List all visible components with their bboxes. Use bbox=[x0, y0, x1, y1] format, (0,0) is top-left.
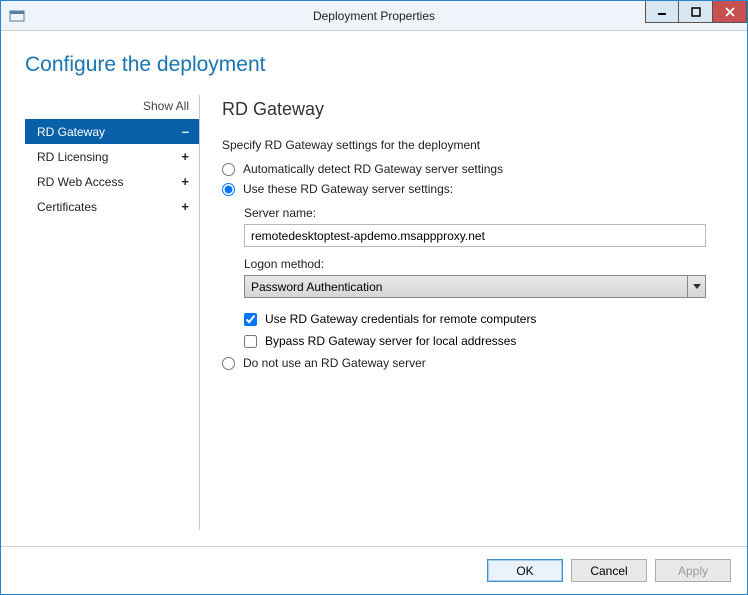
show-all-link[interactable]: Show All bbox=[25, 95, 199, 119]
panel-description: Specify RD Gateway settings for the depl… bbox=[222, 138, 723, 152]
gateway-settings-group: Server name: Logon method: Password Auth… bbox=[244, 206, 723, 348]
expand-icon: + bbox=[181, 174, 189, 189]
app-icon bbox=[9, 8, 25, 24]
radio-use-settings-input[interactable] bbox=[222, 183, 235, 196]
logon-method-value: Password Authentication bbox=[251, 280, 382, 294]
panel-heading: RD Gateway bbox=[222, 99, 723, 120]
expand-icon: + bbox=[181, 149, 189, 164]
apply-button[interactable]: Apply bbox=[655, 559, 731, 582]
radio-auto-detect-input[interactable] bbox=[222, 163, 235, 176]
server-name-input[interactable] bbox=[244, 224, 706, 247]
window-controls bbox=[645, 1, 747, 23]
check-bypass-local-input[interactable] bbox=[244, 335, 257, 348]
check-use-credentials[interactable]: Use RD Gateway credentials for remote co… bbox=[244, 312, 723, 326]
minimize-button[interactable] bbox=[645, 1, 679, 23]
sidebar-item-label: Certificates bbox=[37, 200, 97, 214]
check-bypass-local[interactable]: Bypass RD Gateway server for local addre… bbox=[244, 334, 723, 348]
radio-do-not-use[interactable]: Do not use an RD Gateway server bbox=[222, 356, 723, 370]
sidebar-item-rd-licensing[interactable]: RD Licensing + bbox=[25, 144, 199, 169]
sidebar-item-label: RD Web Access bbox=[37, 175, 123, 189]
sidebar-item-rd-web-access[interactable]: RD Web Access + bbox=[25, 169, 199, 194]
logon-method-label: Logon method: bbox=[244, 257, 723, 271]
titlebar: Deployment Properties bbox=[1, 1, 747, 31]
dropdown-arrow-icon bbox=[687, 276, 705, 297]
cancel-button[interactable]: Cancel bbox=[571, 559, 647, 582]
sidebar-item-certificates[interactable]: Certificates + bbox=[25, 194, 199, 219]
radio-auto-detect[interactable]: Automatically detect RD Gateway server s… bbox=[222, 162, 723, 176]
ok-button[interactable]: OK bbox=[487, 559, 563, 582]
radio-use-settings-label: Use these RD Gateway server settings: bbox=[243, 182, 453, 196]
radio-auto-detect-label: Automatically detect RD Gateway server s… bbox=[243, 162, 503, 176]
sidebar: Show All RD Gateway – RD Licensing + RD … bbox=[25, 95, 200, 530]
close-button[interactable] bbox=[713, 1, 747, 23]
radio-do-not-use-input[interactable] bbox=[222, 357, 235, 370]
page-title: Configure the deployment bbox=[25, 53, 723, 77]
logon-method-select[interactable]: Password Authentication bbox=[244, 275, 706, 298]
content-area: Configure the deployment Show All RD Gat… bbox=[1, 31, 747, 546]
maximize-button[interactable] bbox=[679, 1, 713, 23]
expand-icon: + bbox=[181, 199, 189, 214]
server-name-label: Server name: bbox=[244, 206, 723, 220]
window-title: Deployment Properties bbox=[313, 9, 435, 23]
deployment-properties-window: Deployment Properties Configure the depl… bbox=[0, 0, 748, 595]
radio-use-settings[interactable]: Use these RD Gateway server settings: bbox=[222, 182, 723, 196]
main-panel: RD Gateway Specify RD Gateway settings f… bbox=[200, 95, 723, 530]
radio-do-not-use-label: Do not use an RD Gateway server bbox=[243, 356, 426, 370]
sidebar-item-label: RD Licensing bbox=[37, 150, 108, 164]
check-use-credentials-input[interactable] bbox=[244, 313, 257, 326]
dialog-footer: OK Cancel Apply bbox=[1, 546, 747, 594]
check-use-credentials-label: Use RD Gateway credentials for remote co… bbox=[265, 312, 536, 326]
check-bypass-local-label: Bypass RD Gateway server for local addre… bbox=[265, 334, 516, 348]
collapse-icon: – bbox=[182, 124, 189, 139]
sidebar-item-label: RD Gateway bbox=[37, 125, 105, 139]
body-row: Show All RD Gateway – RD Licensing + RD … bbox=[25, 95, 723, 530]
sidebar-item-rd-gateway[interactable]: RD Gateway – bbox=[25, 119, 199, 144]
